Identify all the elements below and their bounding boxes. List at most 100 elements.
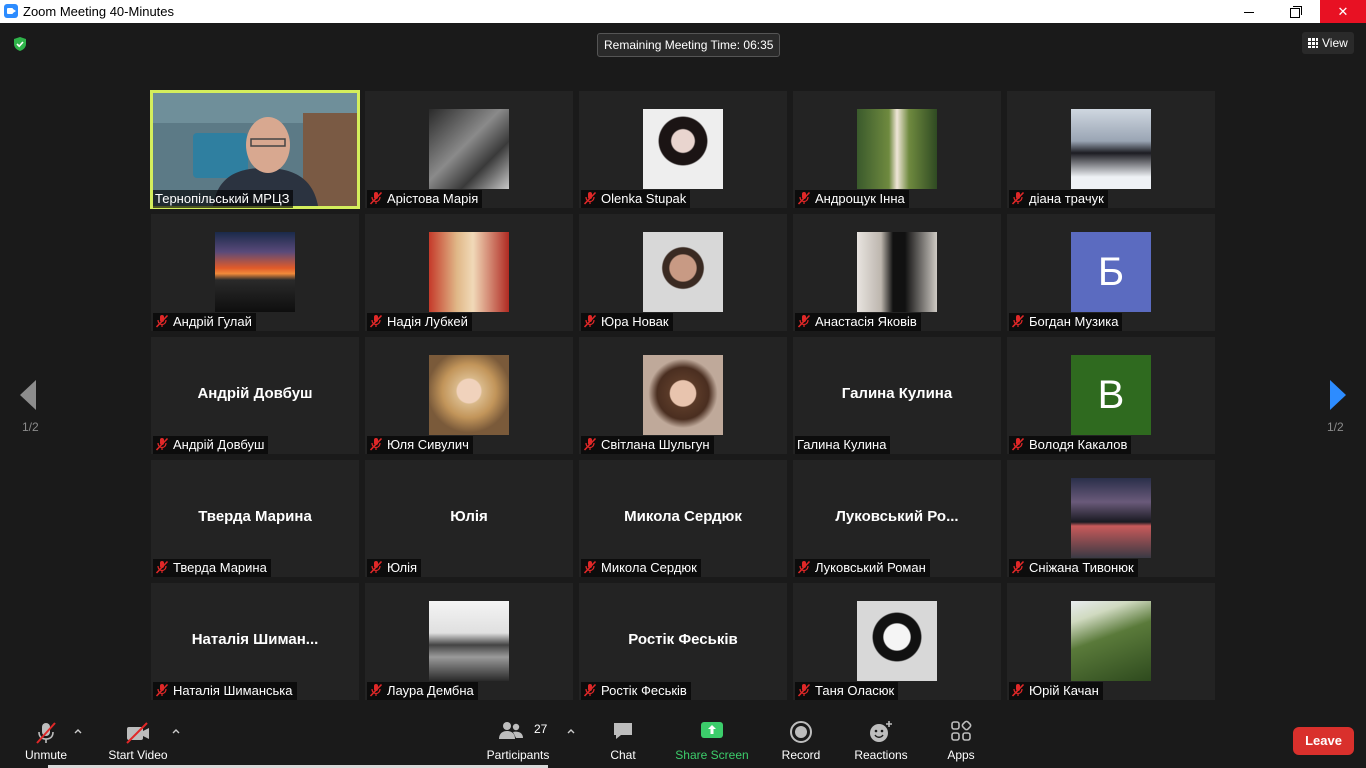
security-shield-icon[interactable] xyxy=(12,36,28,52)
participant-tile[interactable]: В Володя Какалов xyxy=(1007,337,1215,454)
muted-microphone-icon xyxy=(797,314,811,328)
leave-button[interactable]: Leave xyxy=(1293,727,1354,755)
participant-initial-avatar: Б xyxy=(1071,232,1151,312)
participant-name-tag: Юрій Качан xyxy=(1009,682,1103,700)
participant-name: Юля Сивулич xyxy=(387,437,469,452)
video-options-chevron-up-icon[interactable] xyxy=(171,726,181,736)
participant-profile-picture xyxy=(1071,478,1151,558)
participant-name-tag: Анастасія Яковів xyxy=(795,313,921,331)
participant-profile-picture xyxy=(643,355,723,435)
chat-button[interactable]: Chat xyxy=(598,712,648,768)
share-screen-label: Share Screen xyxy=(675,748,749,762)
participants-icon xyxy=(498,722,523,739)
reactions-emoji-icon xyxy=(870,721,892,742)
participant-display-name: Галина Кулина xyxy=(841,385,953,402)
participant-display-name: Андрій Довбуш xyxy=(197,385,313,402)
participant-name: Тернопільський МРЦЗ xyxy=(155,191,290,206)
start-video-button[interactable]: Start Video xyxy=(100,712,176,768)
participant-tile[interactable]: Сніжана Тивонюк xyxy=(1007,460,1215,577)
participant-tile[interactable]: Андрощук Інна xyxy=(793,91,1001,208)
participant-name-tag: Луковський Роман xyxy=(795,559,930,577)
view-button[interactable]: View xyxy=(1302,32,1354,54)
share-screen-icon xyxy=(701,722,723,738)
participant-profile-picture xyxy=(1071,109,1151,189)
muted-microphone-icon xyxy=(155,683,169,697)
audio-options-chevron-up-icon[interactable] xyxy=(73,726,83,736)
grid-view-icon xyxy=(1308,38,1318,48)
close-window-button[interactable]: ✕ xyxy=(1320,0,1366,23)
participant-name-tag: Ростік Феськів xyxy=(581,682,691,700)
participant-name-tag: Юлія xyxy=(367,559,422,577)
participant-tile[interactable]: Olenka Stupak xyxy=(579,91,787,208)
chat-label: Chat xyxy=(610,748,636,762)
apps-icon xyxy=(951,720,972,741)
apps-button[interactable]: Apps xyxy=(938,712,984,768)
muted-microphone-icon xyxy=(1011,314,1025,328)
participant-tile[interactable]: Андрій Довбуш Андрій Довбуш xyxy=(151,337,359,454)
participant-tile[interactable]: Світлана Шульгун xyxy=(579,337,787,454)
microphone-muted-icon xyxy=(36,722,56,744)
window-title: Zoom Meeting 40-Minutes xyxy=(23,4,175,19)
participant-profile-picture xyxy=(643,232,723,312)
unmute-button[interactable]: Unmute xyxy=(16,712,76,768)
record-button[interactable]: Record xyxy=(776,712,826,768)
participant-name: Арістова Марія xyxy=(387,191,479,206)
participants-button[interactable]: Participants xyxy=(482,712,554,768)
meeting-toolbar: Unmute Start Video Participants 27 Chat xyxy=(0,712,1366,768)
apps-label: Apps xyxy=(947,748,975,762)
muted-microphone-icon xyxy=(155,314,169,328)
muted-microphone-icon xyxy=(797,560,811,574)
muted-microphone-icon xyxy=(797,191,811,205)
reactions-button[interactable]: Reactions xyxy=(852,712,910,768)
remaining-time-badge: Remaining Meeting Time: 06:35 xyxy=(597,33,781,57)
participant-tile[interactable]: Микола Сердюк Микола Сердюк xyxy=(579,460,787,577)
share-screen-button[interactable]: Share Screen xyxy=(672,712,752,768)
participant-profile-picture xyxy=(857,232,937,312)
participant-profile-picture xyxy=(429,355,509,435)
participant-display-name: Микола Сердюк xyxy=(624,508,742,525)
participant-tile[interactable]: Юрій Качан xyxy=(1007,583,1215,700)
participant-tile[interactable]: Б Богдан Музика xyxy=(1007,214,1215,331)
participant-name: Наталія Шиманська xyxy=(173,683,293,698)
participants-options-chevron-up-icon[interactable] xyxy=(566,726,576,736)
participants-count: 27 xyxy=(534,722,548,736)
participant-profile-picture xyxy=(857,109,937,189)
participant-name-tag: Olenka Stupak xyxy=(581,190,691,208)
start-video-label: Start Video xyxy=(108,748,168,762)
participant-tile[interactable]: Лаура Дембна xyxy=(365,583,573,700)
participant-tile[interactable]: діана трачук xyxy=(1007,91,1215,208)
minimize-button[interactable] xyxy=(1226,0,1272,23)
participant-display-name: Юлія xyxy=(450,508,488,525)
minimize-icon xyxy=(1244,12,1254,14)
participant-tile[interactable]: Ростік Феськів Ростік Феськів xyxy=(579,583,787,700)
participant-tile[interactable]: Юля Сивулич xyxy=(365,337,573,454)
participant-tile[interactable]: Анастасія Яковів xyxy=(793,214,1001,331)
participant-tile[interactable]: Галина Кулина Галина Кулина xyxy=(793,337,1001,454)
muted-microphone-icon xyxy=(369,437,383,451)
participant-profile-picture xyxy=(429,601,509,681)
participant-tile[interactable]: Луковський Ро... Луковський Роман xyxy=(793,460,1001,577)
next-page-arrow-icon[interactable] xyxy=(1330,380,1346,410)
record-label: Record xyxy=(781,748,821,762)
participant-tile[interactable]: Тверда Марина Тверда Марина xyxy=(151,460,359,577)
participant-tile[interactable]: Юра Новак xyxy=(579,214,787,331)
participant-name-tag: Микола Сердюк xyxy=(581,559,701,577)
maximize-button[interactable] xyxy=(1272,0,1318,23)
participant-name: Андрій Довбуш xyxy=(173,437,265,452)
view-label: View xyxy=(1322,36,1348,50)
record-icon xyxy=(790,721,812,743)
participant-tile[interactable]: Наталія Шиман... Наталія Шиманська xyxy=(151,583,359,700)
muted-microphone-icon xyxy=(1011,560,1025,574)
participant-name-tag: Надія Лубкей xyxy=(367,313,472,331)
participant-tile[interactable]: Тернопільський МРЦЗ xyxy=(150,90,360,209)
participant-tile[interactable]: Арістова Марія xyxy=(365,91,573,208)
participant-tile[interactable]: Надія Лубкей xyxy=(365,214,573,331)
title-bar: Zoom Meeting 40-Minutes ✕ xyxy=(0,0,1366,23)
participant-tile[interactable]: Андрій Гулай xyxy=(151,214,359,331)
close-icon: ✕ xyxy=(1337,4,1349,19)
previous-page-arrow-icon[interactable] xyxy=(20,380,36,410)
participant-tile[interactable]: Юлія Юлія xyxy=(365,460,573,577)
participant-tile[interactable]: Таня Оласюк xyxy=(793,583,1001,700)
participant-display-name: Наталія Шиман... xyxy=(191,631,319,648)
participant-name: Тверда Марина xyxy=(173,560,267,575)
